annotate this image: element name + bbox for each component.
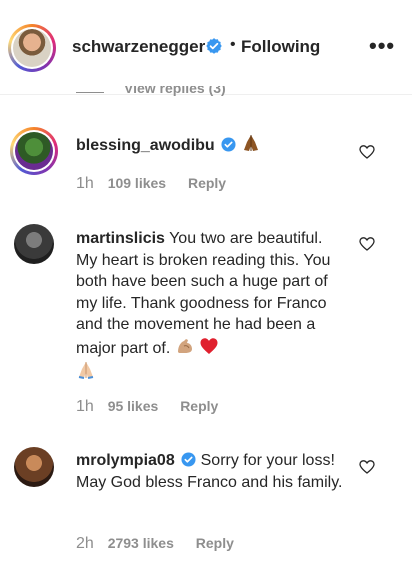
reply-button[interactable]: Reply (196, 535, 234, 551)
comment-time: 1h (76, 175, 94, 192)
following-button[interactable]: Following (241, 37, 320, 57)
folded-hands-icon (243, 135, 258, 151)
comment-body: mrolympia08 Sorry for your loss! May God… (76, 450, 346, 493)
separator-dot: • (230, 36, 236, 53)
comment-likes[interactable]: 2793 likes (108, 535, 174, 551)
commenter-username[interactable]: mrolympia08 (76, 452, 175, 469)
comment-body: blessing_awodibu (76, 133, 346, 157)
comment-meta: 2h 2793 likes Reply (76, 535, 234, 553)
reply-button[interactable]: Reply (180, 398, 218, 414)
red-heart-icon (200, 338, 218, 354)
like-heart-icon[interactable] (359, 144, 375, 160)
author-avatar[interactable] (8, 24, 56, 72)
reply-button[interactable]: Reply (188, 175, 226, 191)
comment-time: 2h (76, 535, 94, 552)
view-replies-link[interactable]: View replies (3) (76, 86, 276, 100)
commenter-avatar[interactable] (14, 447, 54, 487)
comment-likes[interactable]: 109 likes (108, 175, 166, 191)
comment-meta: 1h 109 likes Reply (76, 175, 226, 193)
comment-time: 1h (76, 398, 94, 415)
verified-badge-icon (181, 452, 196, 467)
folded-hands-icon (78, 361, 94, 379)
more-options-button[interactable]: ••• (369, 35, 395, 57)
verified-badge-icon (206, 38, 222, 54)
verified-badge-icon (221, 137, 236, 152)
view-replies-label[interactable]: View replies (3) (124, 86, 226, 96)
post-header: schwarzenegger • Following ••• (0, 0, 412, 95)
author-username[interactable]: schwarzenegger (72, 37, 205, 57)
commenter-avatar[interactable] (10, 127, 58, 175)
commenter-username[interactable]: martinslicis (76, 230, 165, 247)
comment-meta: 1h 95 likes Reply (76, 398, 218, 416)
commenter-username[interactable]: blessing_awodibu (76, 137, 215, 154)
comment-likes[interactable]: 95 likes (108, 398, 159, 414)
flexed-biceps-icon (177, 338, 192, 353)
like-heart-icon[interactable] (359, 236, 375, 252)
view-replies-line (76, 92, 104, 93)
comment-body: martinslicis You two are beautiful. My h… (76, 228, 346, 383)
commenter-avatar[interactable] (14, 224, 54, 264)
like-heart-icon[interactable] (359, 459, 375, 475)
